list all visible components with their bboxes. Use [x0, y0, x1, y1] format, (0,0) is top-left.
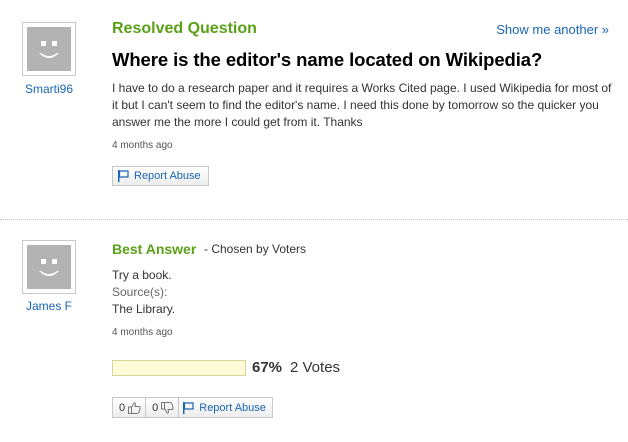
- answer-body: Try a book. Source(s): The Library.: [112, 267, 175, 318]
- vote-count: 2 Votes: [290, 359, 341, 376]
- vote-percentage-bar: [112, 360, 246, 376]
- report-abuse-label: Report Abuse: [134, 170, 201, 182]
- asker-name-link[interactable]: Smarti96: [0, 82, 98, 96]
- default-avatar-icon: [27, 245, 71, 289]
- answer-rating-toolbar: 0 0 Report Abuse: [112, 397, 273, 418]
- answer-timestamp: 4 months ago: [112, 327, 173, 338]
- sources-label: Source(s):: [112, 285, 168, 299]
- answer-report-abuse-button[interactable]: Report Abuse: [179, 398, 272, 417]
- flag-icon: [183, 401, 194, 414]
- flag-icon: [118, 170, 129, 182]
- answerer-avatar[interactable]: [22, 240, 76, 294]
- question-status-label: Resolved Question: [112, 20, 257, 37]
- question-section: Smarti96 Resolved Question Show me anoth…: [0, 0, 628, 218]
- thumbs-up-button[interactable]: 0: [113, 398, 147, 417]
- answerer-name-link[interactable]: James F: [0, 299, 98, 313]
- vote-bar-fill: [113, 361, 202, 375]
- answer-text: Try a book.: [112, 268, 172, 282]
- question-body: I have to do a research paper and it req…: [112, 81, 612, 129]
- report-abuse-label: Report Abuse: [199, 401, 266, 414]
- thumbs-down-button[interactable]: 0: [146, 398, 180, 417]
- asker-avatar[interactable]: [22, 22, 76, 76]
- thumbs-up-count: 0: [119, 401, 126, 414]
- question-report-abuse-button[interactable]: Report Abuse: [112, 166, 209, 186]
- show-another-link[interactable]: Show me another »: [496, 22, 609, 37]
- question-title: Where is the editor's name located on Wi…: [112, 49, 543, 70]
- source-text: The Library.: [112, 302, 176, 316]
- thumbs-down-count: 0: [152, 401, 159, 414]
- thumbs-down-icon: [161, 401, 174, 414]
- vote-percentage: 67%: [252, 359, 283, 376]
- question-timestamp: 4 months ago: [112, 140, 173, 151]
- chosen-by-label: - Chosen by Voters: [204, 242, 307, 256]
- thumbs-up-icon: [128, 401, 141, 414]
- best-answer-section: James F Best Answer - Chosen by Voters T…: [0, 220, 628, 442]
- best-answer-label: Best Answer: [112, 241, 197, 257]
- default-avatar-icon: [27, 27, 71, 71]
